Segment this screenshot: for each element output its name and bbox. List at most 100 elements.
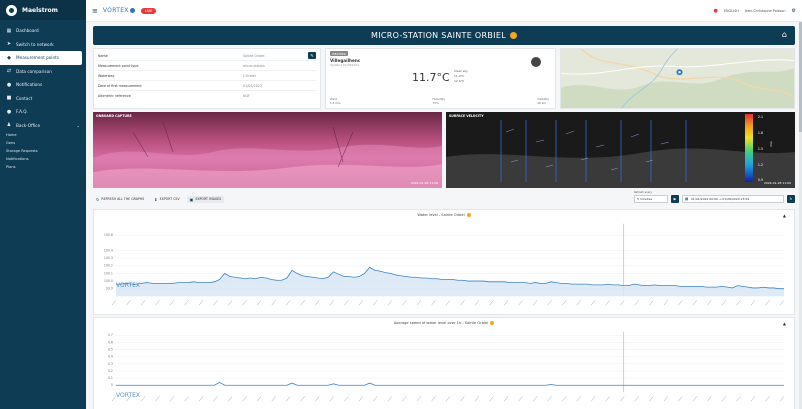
sidebar-item-label: F.A.Q. <box>16 109 28 115</box>
sidebar-item-dashboard[interactable]: ▦ Dashboard <box>0 24 86 38</box>
x-tick-label <box>416 300 422 306</box>
notification-bell-icon[interactable]: ● <box>714 8 718 14</box>
water-level-plot[interactable]: 100.6 100.4 100.3 100.2 100.1 100.0 99.9 <box>94 210 794 314</box>
live-badge: LIVE <box>140 7 157 14</box>
sun-status-icon <box>466 213 471 217</box>
edit-pencil-icon[interactable]: ✎ <box>308 52 316 59</box>
location-map[interactable] <box>560 48 795 109</box>
y-tick-label: 0.6 <box>108 340 113 344</box>
x-tick-label <box>634 300 639 306</box>
collapse-chart-icon[interactable]: ▲ <box>783 321 786 326</box>
x-tick-label <box>155 396 160 402</box>
x-tick-label <box>547 300 552 306</box>
export-csv-button[interactable]: ⬇ EXPORT CSV <box>151 196 182 203</box>
apply-date-range-button[interactable]: ↻ <box>787 195 795 203</box>
x-tick-label <box>474 300 480 306</box>
x-tick-label <box>155 300 160 306</box>
x-tick-label <box>460 300 465 306</box>
sidebar-item-label: Measurement points <box>16 55 59 61</box>
x-tick-label <box>358 300 364 306</box>
collapse-chart-icon[interactable]: ▲ <box>783 213 786 218</box>
pin-icon: ◆ <box>7 54 11 61</box>
x-tick-label <box>387 300 393 306</box>
x-tick-label <box>765 300 770 306</box>
info-key: Waterway <box>98 73 115 78</box>
x-tick-label <box>402 396 407 402</box>
x-tick-label <box>169 396 175 402</box>
x-tick-label <box>576 300 581 306</box>
x-tick-label <box>591 300 596 306</box>
info-row-first-measurement: Date of first measurement 01/05/2023 <box>98 81 316 91</box>
sidebar-item-back-office[interactable]: ♟ Back-Office ⌄ <box>0 119 86 133</box>
sidebar-item-measurement-points[interactable]: ◆ Measurement points <box>0 51 82 65</box>
scale-tick: 1.5 <box>757 147 763 151</box>
refresh-graphs-button[interactable]: ↻ REFRESH ALL THE GRAPHS <box>93 196 147 203</box>
x-tick-label <box>227 300 233 306</box>
water-level-chart: Water level - Sainte Orbiel ▲ 100.6 100.4… <box>93 209 795 315</box>
sidebar-subitem-home[interactable]: Home <box>0 132 86 140</box>
x-tick-label <box>431 396 436 402</box>
x-tick-label <box>561 396 567 402</box>
x-tick-label <box>605 300 610 306</box>
info-value: NGF <box>243 94 250 98</box>
sidebar-item-label: Back-Office <box>16 122 41 128</box>
chart-title: Water level - Sainte Orbiel <box>94 213 794 217</box>
x-tick-label <box>532 396 538 402</box>
export-images-button[interactable]: ▣ EXPORT IMAGES <box>186 195 225 203</box>
map-graphic <box>561 49 794 108</box>
mail-icon: ■ <box>6 95 12 102</box>
sidebar-item-data-comparison[interactable]: ⇄ Data comparison <box>0 65 86 79</box>
maelstrom-logo-icon <box>6 4 17 16</box>
brand[interactable]: Maelstrom <box>0 0 86 20</box>
user-menu[interactable]: Jean-Christophe Poisson <box>745 9 786 13</box>
sidebar-item-contact[interactable]: ■ Contact <box>0 92 86 106</box>
x-tick-label <box>460 396 465 402</box>
refresh-interval-select[interactable]: 5 minutes <box>634 195 668 203</box>
sidebar-item-label: Data comparison <box>16 68 52 74</box>
vortex-watermark: VORTEX <box>116 282 141 289</box>
weather-cloud-icon <box>531 57 541 67</box>
x-tick-label <box>315 396 320 402</box>
x-tick-label <box>126 300 131 306</box>
onboard-capture-panel[interactable]: ONBOARD CAPTURE 2024-01-28 11:00 <box>93 112 442 188</box>
x-tick-label <box>721 300 727 306</box>
station-title-bar: MICRO-STATION SAINTE ORBIEL ⌂ <box>93 26 795 45</box>
sidebar-item-switch-network[interactable]: ➤ Switch to network <box>0 38 86 52</box>
page-title: MICRO-STATION SAINTE ORBIEL <box>371 31 506 40</box>
surface-velocity-panel[interactable]: 2.1 1.8 1.5 1.2 0.9 m/s SURFACE VELOCITY… <box>446 112 795 188</box>
y-tick-label: 0.1 <box>108 376 113 380</box>
sidebar-subitem-plans[interactable]: Plans <box>0 164 86 172</box>
x-tick-label <box>344 300 349 306</box>
institution-icon[interactable]: ⌂ <box>782 30 787 39</box>
sidebar-subitem-storage-requests[interactable]: Storage Requests <box>0 148 86 156</box>
hamburger-menu-icon[interactable]: ≡ <box>92 7 98 15</box>
sidebar-subitem-gens[interactable]: Gens <box>0 140 86 148</box>
info-key: Measurement point type <box>98 63 139 68</box>
x-tick-label <box>271 396 276 402</box>
x-tick-label <box>750 396 756 402</box>
x-tick-label <box>489 300 494 306</box>
velocity-label: SURFACE VELOCITY <box>449 114 484 118</box>
water-speed-plot[interactable]: 0.7 0.6 0.5 0.4 0.3 0.2 0.1 0 <box>94 318 794 409</box>
date-range-input[interactable]: 01/01/2024 00:00 → 01/28/2024 23:59 <box>682 195 784 203</box>
x-tick-label <box>663 396 669 402</box>
apply-refresh-button[interactable]: ▶ <box>671 195 679 203</box>
x-tick-label <box>445 300 451 306</box>
help-icon: ● <box>6 108 12 115</box>
x-tick-label <box>111 300 117 306</box>
x-tick-label <box>402 300 407 306</box>
x-tick-label <box>358 396 364 402</box>
sidebar: Maelstrom ▦ Dashboard ➤ Switch to network … <box>0 0 86 409</box>
grid-icon: ▦ <box>6 27 12 34</box>
x-tick-label <box>373 300 378 306</box>
x-tick-label <box>707 396 712 402</box>
x-tick-label <box>532 300 538 306</box>
settings-gear-icon[interactable]: ⚙ <box>792 8 796 14</box>
scale-tick: 1.2 <box>757 163 763 167</box>
sidebar-subitem-notifications[interactable]: Notifications <box>0 156 86 164</box>
sidebar-item-notifications[interactable]: ● Notifications <box>0 78 86 92</box>
refresh-icon: ↻ <box>96 196 100 202</box>
sidebar-item-faq[interactable]: ● F.A.Q. <box>0 105 86 119</box>
language-selector[interactable]: ENGLISH <box>724 9 739 13</box>
arrow-icon: ➤ <box>6 41 12 48</box>
